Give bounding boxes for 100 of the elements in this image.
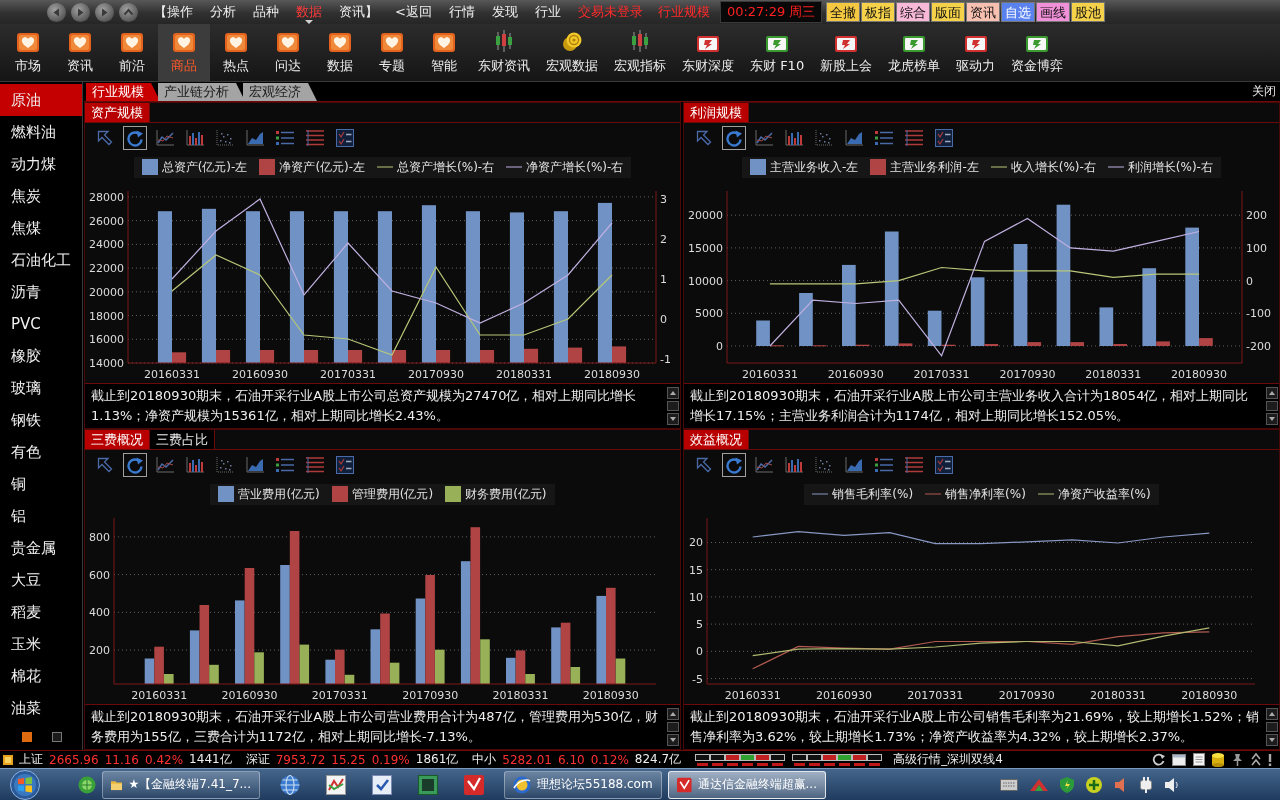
tab[interactable]: 三费占比 bbox=[150, 430, 215, 449]
globe-icon[interactable] bbox=[280, 774, 300, 795]
checkbox-icon[interactable] bbox=[372, 774, 392, 795]
quick-button[interactable]: 板指 bbox=[861, 2, 896, 22]
toolbar-button[interactable]: 市场 bbox=[2, 24, 54, 81]
menu-item[interactable]: 品种 bbox=[253, 0, 279, 24]
toolbar-button[interactable]: 东财 F10 bbox=[742, 24, 813, 81]
up-chevron-icon[interactable] bbox=[119, 2, 138, 22]
sidebar-item[interactable]: 大豆 bbox=[0, 564, 82, 596]
quick-button[interactable]: 资讯 bbox=[966, 2, 1001, 22]
sidebar-item[interactable]: 玻璃 bbox=[0, 372, 82, 404]
sidebar-item[interactable]: 贵金属 bbox=[0, 532, 82, 564]
scroll-up-icon[interactable] bbox=[1266, 387, 1278, 399]
toolbar-button[interactable]: 驱动力 bbox=[948, 24, 1004, 81]
toolbar-button[interactable]: 智能 bbox=[418, 24, 470, 81]
toolbar-button[interactable]: 前沿 bbox=[106, 24, 158, 81]
sidebar-item[interactable]: 玉米 bbox=[0, 628, 82, 660]
sidebar-item[interactable]: 有色 bbox=[0, 436, 82, 468]
menu-item[interactable]: 资讯】 bbox=[339, 0, 378, 24]
triangle-icon[interactable] bbox=[1030, 778, 1048, 791]
nav-link[interactable]: 行业 bbox=[534, 3, 561, 21]
close-button[interactable]: 关闭 bbox=[1248, 83, 1280, 100]
sidebar-item[interactable]: 原油 bbox=[0, 84, 82, 116]
scroll-down-icon[interactable] bbox=[667, 413, 679, 425]
scroll-thumb-icon[interactable] bbox=[1266, 401, 1278, 411]
sidebar-item[interactable]: 橡胶 bbox=[0, 340, 82, 372]
tick-tile-icon[interactable] bbox=[464, 774, 484, 795]
toolbar-button[interactable]: 数据 bbox=[314, 24, 366, 81]
chart-tool-button[interactable] bbox=[722, 453, 746, 477]
toolbar-button[interactable]: 东财深度 bbox=[674, 24, 742, 81]
scroll-down-icon[interactable] bbox=[1266, 734, 1278, 746]
tab[interactable]: 三费概况 bbox=[85, 430, 150, 449]
toolbar-button[interactable]: 东财资讯 bbox=[470, 24, 538, 81]
quick-button[interactable]: 自选 bbox=[1001, 2, 1036, 22]
tab[interactable]: 行业规模 bbox=[86, 83, 160, 101]
toolbar-button[interactable]: 热点 bbox=[210, 24, 262, 81]
sidebar-item[interactable]: 动力煤 bbox=[0, 148, 82, 180]
double-up-arrow-icon[interactable] bbox=[1251, 753, 1261, 766]
chart-tool-button[interactable] bbox=[333, 453, 357, 477]
scroll-up-icon[interactable] bbox=[1266, 708, 1278, 720]
toolbar-button[interactable]: 资金博弈 bbox=[1003, 24, 1072, 81]
nav-link[interactable]: 行情 bbox=[448, 3, 475, 21]
sidebar-item[interactable]: 油菜 bbox=[0, 692, 82, 724]
menu-item[interactable]: 【操作 bbox=[154, 0, 193, 24]
sidebar-item[interactable]: PVC bbox=[0, 308, 82, 340]
sidebar-item[interactable]: 燃料油 bbox=[0, 116, 82, 148]
toolbar-button[interactable]: 新股上会 bbox=[812, 24, 881, 81]
chart-window-icon[interactable] bbox=[326, 774, 346, 795]
scroll-up-icon[interactable] bbox=[667, 708, 679, 720]
scroll-up-icon[interactable] bbox=[667, 387, 679, 399]
document-icon[interactable] bbox=[1193, 753, 1205, 766]
chart-tool-button[interactable] bbox=[932, 453, 956, 477]
sidebar-item[interactable]: 稻麦 bbox=[0, 596, 82, 628]
window-icon[interactable] bbox=[1172, 753, 1186, 766]
scroll-thumb-icon[interactable] bbox=[1266, 722, 1278, 732]
sidebar-item[interactable]: 焦煤 bbox=[0, 212, 82, 244]
sidebar-item[interactable]: 钢铁 bbox=[0, 404, 82, 436]
plus-icon[interactable] bbox=[1086, 776, 1102, 793]
toolbar-button[interactable]: 宏观指标 bbox=[606, 24, 674, 81]
toolbar-button[interactable]: 宏观数据 bbox=[538, 24, 606, 81]
start-orb-icon[interactable] bbox=[8, 769, 42, 800]
tab[interactable]: 资产规模 bbox=[85, 103, 150, 122]
chart-tool-button[interactable] bbox=[932, 126, 956, 150]
speaker-icon[interactable] bbox=[1164, 777, 1180, 792]
chart-tool-button[interactable] bbox=[333, 126, 357, 150]
tab[interactable]: 宏观经济 bbox=[243, 83, 317, 101]
scroll-thumb-icon[interactable] bbox=[667, 401, 679, 411]
quick-button[interactable]: 画线 bbox=[1036, 2, 1071, 22]
refresh-icon[interactable] bbox=[1152, 753, 1165, 766]
target-icon[interactable] bbox=[78, 775, 96, 794]
square-icon[interactable] bbox=[3, 754, 13, 765]
toolbar-button[interactable]: 资讯 bbox=[54, 24, 106, 81]
taskbar-button[interactable]: ★【金融终端7.41_7... bbox=[102, 770, 260, 799]
menu-item[interactable]: 数据 bbox=[296, 0, 322, 24]
sidebar-item[interactable]: 石油化工 bbox=[0, 244, 82, 276]
taskbar-button[interactable]: 理想论坛55188.com bbox=[504, 770, 662, 799]
sidebar-item[interactable]: 铝 bbox=[0, 500, 82, 532]
toolbar-button[interactable]: 专题 bbox=[366, 24, 418, 81]
quick-button[interactable]: 综合 bbox=[896, 2, 931, 22]
sidebar-item[interactable]: 沥青 bbox=[0, 276, 82, 308]
sidebar-item[interactable]: 棉花 bbox=[0, 660, 82, 692]
sidebar-item[interactable]: 焦炭 bbox=[0, 180, 82, 212]
pin-icon[interactable] bbox=[1231, 753, 1244, 766]
chart-tool-button[interactable] bbox=[722, 126, 746, 150]
chart-tool-button[interactable] bbox=[123, 126, 147, 150]
shield-icon[interactable] bbox=[1060, 776, 1074, 793]
scroll-thumb-icon[interactable] bbox=[667, 722, 679, 732]
menu-item[interactable]: 分析 bbox=[210, 0, 236, 24]
exclamation-icon[interactable] bbox=[1268, 753, 1272, 766]
quick-button[interactable]: 股池 bbox=[1071, 2, 1106, 22]
toolbar-button[interactable]: 问达 bbox=[262, 24, 314, 81]
quick-button[interactable]: 版面 bbox=[931, 2, 966, 22]
nav-link[interactable]: <返回 bbox=[395, 3, 432, 21]
chart-tool-button[interactable] bbox=[123, 453, 147, 477]
scroll-down-icon[interactable] bbox=[1266, 413, 1278, 425]
scroll-down-icon[interactable] bbox=[667, 734, 679, 746]
toolbar-button[interactable]: 商品 bbox=[158, 24, 210, 81]
sidebar-item[interactable]: 铜 bbox=[0, 468, 82, 500]
quick-button[interactable]: 全撤 bbox=[826, 2, 861, 22]
keyboard-icon[interactable] bbox=[1000, 778, 1018, 791]
